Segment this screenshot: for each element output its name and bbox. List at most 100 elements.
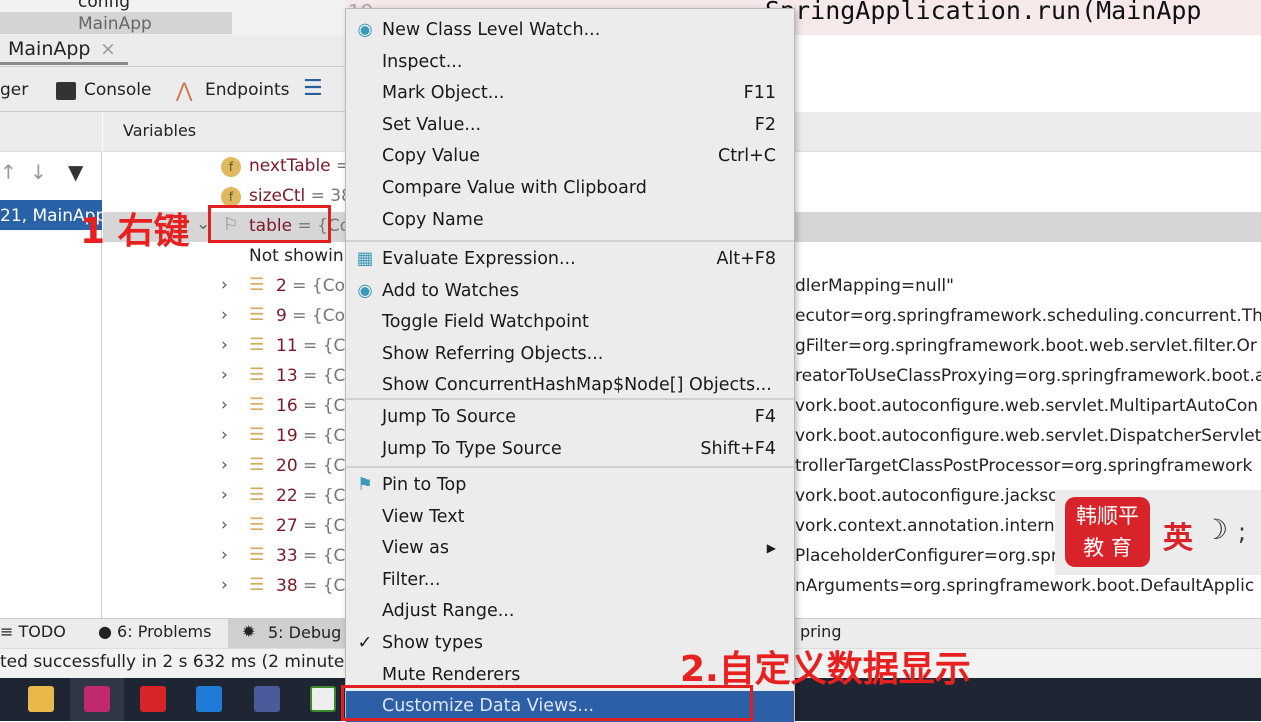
field-icon: f — [221, 187, 241, 207]
chevron-right-icon[interactable]: › — [221, 275, 228, 295]
calculator-icon: ▦ — [356, 249, 374, 269]
tab-console[interactable]: Console — [84, 80, 152, 100]
file-explorer-icon[interactable] — [28, 686, 54, 712]
menu-item-label: Pin to Top — [382, 475, 467, 495]
context-menu: ◉ New Class Level Watch... Inspect... Mark … — [345, 8, 795, 722]
menu-item-label: Show Referring Objects... — [382, 343, 604, 364]
moon-icon[interactable]: ☽ — [1203, 513, 1228, 546]
chevron-right-icon[interactable]: › — [221, 425, 228, 445]
menu-item-mark-object[interactable]: Mark Object... F11 — [346, 78, 794, 109]
field-icon: f — [221, 157, 241, 177]
chevron-right-icon[interactable]: › — [221, 515, 228, 535]
menu-item-toggle-field-watchpoint[interactable]: Toggle Field Watchpoint — [346, 307, 794, 338]
down-arrow-icon[interactable]: ↓ — [30, 160, 47, 184]
close-icon[interactable]: × — [100, 38, 116, 60]
menu-item-adjust-range[interactable]: Adjust Range... — [346, 596, 794, 627]
menu-item-evaluate-expression[interactable]: ▦ Evaluate Expression... Alt+F8 — [346, 244, 794, 275]
variable-value-text: ecutor=org.springframework.scheduling.co… — [795, 306, 1261, 326]
menu-item-jump-to-source[interactable]: Jump To Source F4 — [346, 402, 794, 433]
menu-item-show-concurrenthashmap-node-objects[interactable]: Show ConcurrentHashMap$Node[] Objects... — [346, 370, 794, 401]
variable-value-text: vork.context.annotation.internal — [795, 516, 1070, 536]
layout-menu-icon[interactable]: ☰ — [303, 76, 323, 101]
variable-value-text: trollerTargetClassPostProcessor=org.spri… — [795, 456, 1253, 476]
menu-item-copy-name[interactable]: Copy Name — [346, 205, 794, 236]
menu-item-view-text[interactable]: View Text — [346, 502, 794, 533]
spring-tool[interactable]: pring — [800, 622, 841, 641]
watch-icon: ◉ — [357, 280, 373, 301]
menu-item-set-value[interactable]: Set Value... F2 — [346, 110, 794, 141]
problems-label: 6: Problems — [117, 622, 212, 641]
chevron-right-icon[interactable]: › — [221, 545, 228, 565]
menu-item-label: Set Value... — [382, 114, 482, 135]
chevron-right-icon[interactable]: › — [221, 335, 228, 355]
wps-icon[interactable] — [140, 686, 166, 712]
menu-item-new-class-level-watch[interactable]: ◉ New Class Level Watch... — [346, 15, 794, 46]
menu-item-label: Compare Value with Clipboard — [382, 178, 647, 198]
menu-item-label: View as — [382, 538, 449, 559]
menu-item-label: Mute Renderers — [382, 664, 521, 685]
variable-value-text: dlerMapping=null" — [795, 276, 954, 296]
todo-tool[interactable]: ≡ TODO — [0, 622, 66, 641]
camtasia-icon[interactable] — [310, 686, 336, 712]
array-element-icon: ☰ — [249, 515, 265, 535]
array-element-icon: ☰ — [249, 365, 265, 385]
up-arrow-icon[interactable]: ↑ — [0, 160, 17, 184]
todo-label: TODO — [18, 622, 66, 641]
menu-item-inspect[interactable]: Inspect... — [346, 47, 794, 78]
entry-index: 13 — [276, 366, 298, 386]
array-element-icon: ☰ — [249, 575, 265, 595]
ime-punct[interactable]: ; — [1238, 518, 1246, 546]
filter-icon[interactable]: ▼ — [68, 160, 83, 184]
entry-index: 22 — [276, 486, 298, 506]
menu-item-show-referring-objects[interactable]: Show Referring Objects... — [346, 339, 794, 370]
debug-toolbar — [0, 67, 345, 112]
run-tab-mainapp[interactable]: MainApp — [8, 38, 90, 60]
entry-index: 19 — [276, 426, 298, 446]
watermark-line1: 韩顺平 — [1076, 504, 1139, 528]
chevron-right-icon[interactable]: › — [221, 395, 228, 415]
menu-item-compare-value-with-clipboard[interactable]: Compare Value with Clipboard — [346, 173, 794, 204]
variable-value-text: vork.boot.autoconfigure.web.servlet.Disp… — [795, 426, 1261, 446]
menu-separator — [346, 398, 794, 400]
menu-shortcut: F4 — [754, 407, 776, 427]
highlight-box-table — [208, 205, 331, 243]
menu-item-filter[interactable]: Filter... — [346, 565, 794, 596]
menu-item-jump-to-type-source[interactable]: Jump To Type Source Shift+F4 — [346, 434, 794, 465]
menu-item-label: Show types — [382, 633, 483, 653]
chevron-right-icon[interactable]: › — [221, 365, 228, 385]
menu-item-view-as[interactable]: View as ▶ — [346, 533, 794, 564]
chevron-right-icon[interactable]: › — [221, 485, 228, 505]
menu-shortcut: F11 — [743, 83, 776, 104]
array-element-icon: ☰ — [249, 395, 265, 415]
chevron-right-icon[interactable]: › — [221, 575, 228, 595]
watermark-logo: 韩顺平教 育 — [1065, 497, 1150, 567]
array-element-icon: ☰ — [249, 545, 265, 565]
menu-item-copy-value[interactable]: Copy Value Ctrl+C — [346, 141, 794, 172]
debug-label: 5: Debug — [268, 623, 342, 642]
intellij-icon[interactable] — [84, 686, 110, 712]
menu-item-pin-to-top[interactable]: ⚑ Pin to Top — [346, 470, 794, 501]
tab-debugger[interactable]: ger — [0, 80, 28, 100]
menu-shortcut: F2 — [754, 114, 776, 135]
menu-shortcut: Shift+F4 — [700, 438, 776, 459]
chevron-right-icon[interactable]: › — [221, 305, 228, 325]
problems-tool[interactable]: ● 6: Problems — [98, 622, 211, 641]
debug-tool[interactable]: ✹ 5: Debug — [228, 619, 346, 648]
code-line[interactable]: SpringApplication.run(MainApp — [765, 0, 1202, 25]
entry-value: = {Co — [286, 306, 345, 326]
menu-item-add-to-watches[interactable]: ◉ Add to Watches — [346, 276, 794, 307]
console-icon — [56, 82, 76, 100]
ime-lang[interactable]: 英 — [1163, 513, 1193, 557]
menu-item-label: Add to Watches — [382, 280, 519, 301]
chevron-right-icon[interactable]: › — [221, 455, 228, 475]
class-watch-icon: ◉ — [357, 20, 373, 40]
menu-item-label: New Class Level Watch... — [382, 20, 601, 40]
menu-item-label: Copy Value — [382, 146, 481, 167]
tree-item-config[interactable]: config — [78, 0, 130, 12]
entry-index: 11 — [276, 336, 298, 356]
tree-item-mainapp[interactable]: MainApp — [78, 14, 152, 34]
typora-icon[interactable] — [254, 686, 280, 712]
tab-endpoints[interactable]: Endpoints — [205, 80, 290, 100]
app-icon[interactable] — [196, 686, 222, 712]
annotation-step2: 2.自定义数据显示 — [680, 649, 971, 690]
